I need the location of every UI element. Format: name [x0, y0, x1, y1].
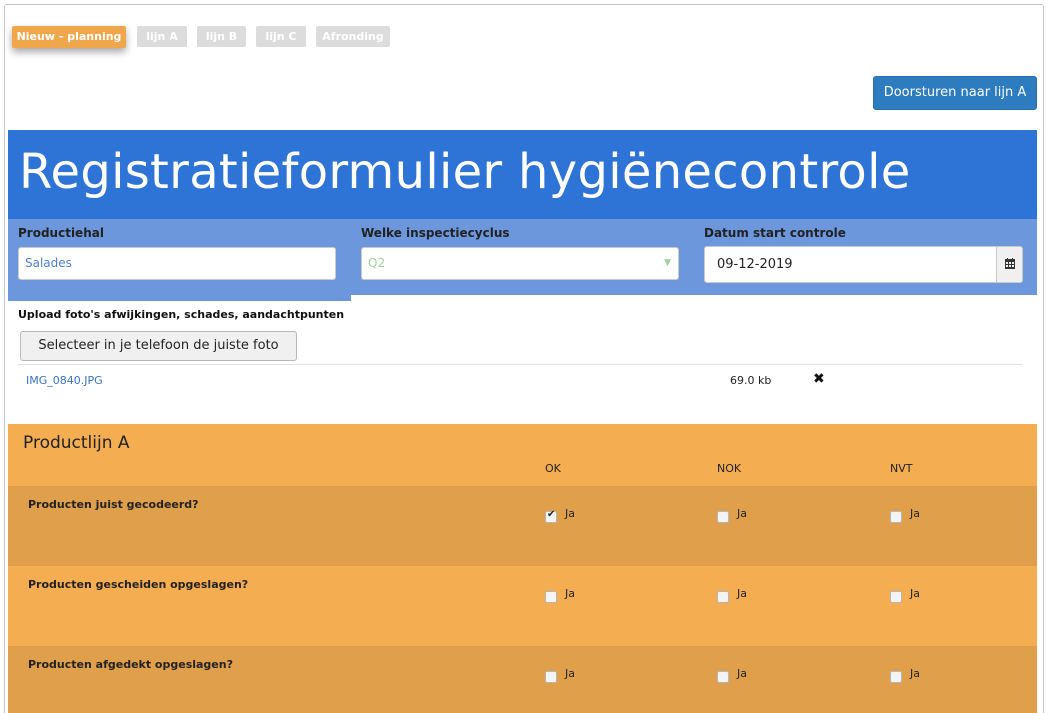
nok-checkbox[interactable] [717, 511, 729, 523]
title-bar: Registratieformulier hygiënecontrole [8, 130, 1037, 219]
inspectiecyclus-select[interactable]: Q2 ▼ [361, 247, 679, 280]
step-nieuw-planning[interactable]: Nieuw - planning [12, 26, 126, 48]
ok-option-label: Ja [565, 507, 575, 520]
nok-option-label: Ja [737, 587, 747, 600]
nvt-option-label: Ja [910, 587, 920, 600]
question-text: Producten gescheiden opgeslagen? [28, 578, 249, 591]
question-row: Producten gescheiden opgeslagen? Ja Ja J… [8, 566, 1037, 646]
question-row: Producten juist gecodeerd? Ja Ja Ja [8, 486, 1037, 566]
ok-option-label: Ja [565, 667, 575, 680]
nvt-checkbox[interactable] [890, 591, 902, 603]
file-row: IMG_0840.JPG 69.0 kb ✖ [18, 364, 1022, 396]
nok-option-label: Ja [737, 667, 747, 680]
column-header-nok: NOK [717, 462, 742, 475]
column-header-ok: OK [545, 462, 561, 475]
calendar-button[interactable] [996, 246, 1023, 283]
close-icon[interactable]: ✖ [813, 371, 825, 387]
column-header-nvt: NVT [890, 462, 913, 475]
step-lijn-a[interactable]: lijn A [137, 26, 187, 47]
section-productlijn-a: Productlijn A OK NOK NVT Producten juist… [8, 424, 1037, 713]
step-afronding[interactable]: Afronding [316, 26, 390, 47]
nvt-option-label: Ja [910, 507, 920, 520]
nvt-checkbox[interactable] [890, 511, 902, 523]
nok-checkbox[interactable] [717, 671, 729, 683]
calendar-icon [1005, 258, 1015, 269]
ok-checkbox[interactable] [545, 591, 557, 603]
question-text: Producten afgedekt opgeslagen? [28, 658, 233, 671]
question-text: Producten juist gecodeerd? [28, 498, 199, 511]
ok-option-label: Ja [565, 587, 575, 600]
section-title: Productlijn A [23, 433, 130, 453]
nvt-checkbox[interactable] [890, 671, 902, 683]
question-row: Producten afgedekt opgeslagen? Ja Ja Ja [8, 646, 1037, 713]
file-name[interactable]: IMG_0840.JPG [26, 374, 103, 387]
nok-checkbox[interactable] [717, 591, 729, 603]
chevron-down-icon: ▼ [664, 258, 671, 268]
step-lijn-b[interactable]: lijn B [197, 26, 246, 47]
page-title: Registratieformulier hygiënecontrole [19, 144, 911, 200]
productiehal-label: Productiehal [18, 226, 104, 240]
select-photo-button[interactable]: Selecteer in je telefoon de juiste foto [20, 331, 297, 361]
ok-checkbox[interactable] [545, 509, 557, 523]
nvt-option-label: Ja [910, 667, 920, 680]
file-size: 69.0 kb [730, 374, 772, 387]
forward-button[interactable]: Doorsturen naar lijn A [873, 76, 1037, 110]
step-lijn-c[interactable]: lijn C [256, 26, 306, 47]
datum-input[interactable]: 09-12-2019 [704, 246, 997, 283]
ok-checkbox[interactable] [545, 671, 557, 683]
datum-label: Datum start controle [704, 226, 846, 240]
inspectiecyclus-label: Welke inspectiecyclus [361, 226, 510, 240]
upload-label: Upload foto's afwijkingen, schades, aand… [18, 308, 345, 321]
inspectiecyclus-value: Q2 [368, 256, 386, 270]
productiehal-input[interactable]: Salades [18, 247, 336, 280]
nok-option-label: Ja [737, 507, 747, 520]
field-band-extension [8, 295, 351, 301]
